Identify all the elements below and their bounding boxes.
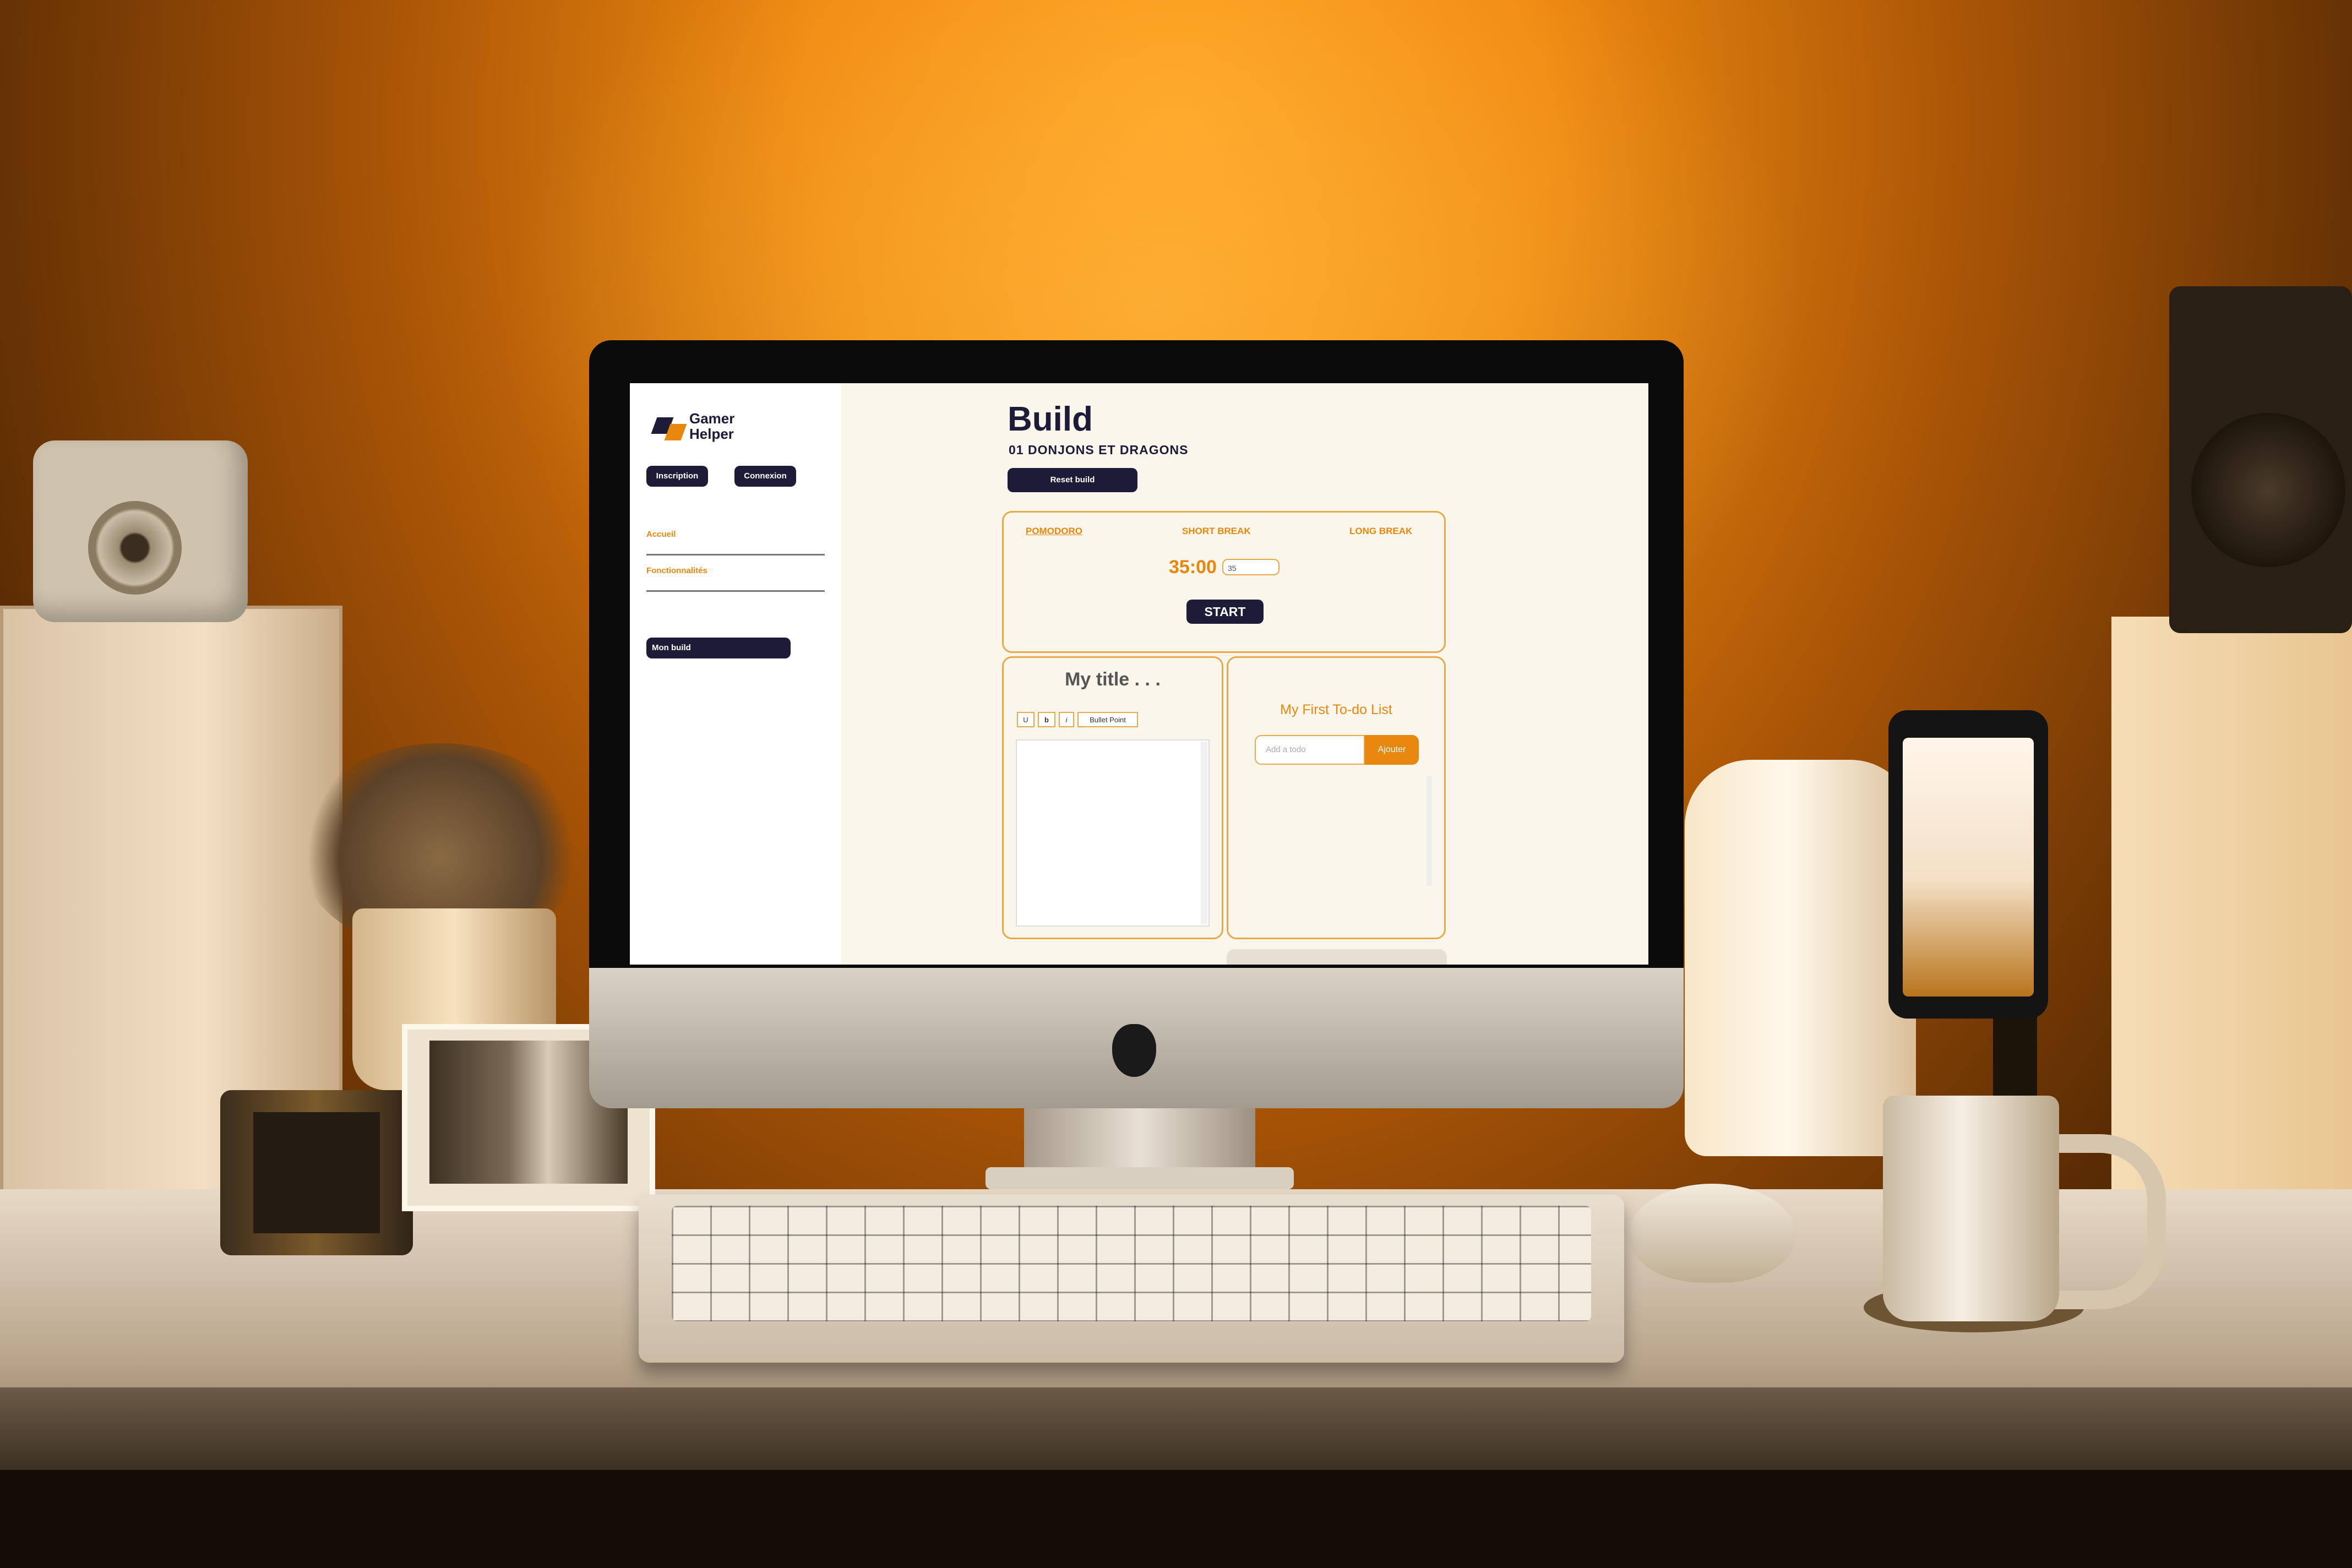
nav-divider xyxy=(646,590,825,592)
camera-lens xyxy=(88,501,182,595)
monitor-stand-foot xyxy=(986,1167,1294,1189)
mug xyxy=(1883,1096,2059,1321)
login-button[interactable]: Connexion xyxy=(734,466,796,487)
sidebar: Gamer Helper Inscription Connexion Accue… xyxy=(630,383,841,965)
todo-scrollbar[interactable] xyxy=(1427,776,1432,886)
reset-build-button[interactable]: Reset build xyxy=(1008,468,1137,492)
keyboard-keys xyxy=(672,1206,1591,1321)
phone xyxy=(1888,710,2048,1019)
tab-long-break[interactable]: LONG BREAK xyxy=(1349,526,1412,537)
gamer-helper-logo-icon[interactable] xyxy=(651,412,687,443)
notes-panel: My title . . . U b i Bullet Point xyxy=(1002,656,1223,939)
note-title[interactable]: My title . . . xyxy=(1004,669,1222,690)
signup-button[interactable]: Inscription xyxy=(646,466,708,487)
todo-panel: My First To-do List Add a todo Ajouter xyxy=(1227,656,1446,939)
italic-button[interactable]: i xyxy=(1059,712,1074,727)
instant-camera xyxy=(33,440,248,622)
screen: Gamer Helper Inscription Connexion Accue… xyxy=(630,383,1648,965)
phone-screen xyxy=(1903,738,2034,997)
todo-input[interactable]: Add a todo xyxy=(1255,735,1365,765)
logo-text-line-1: Gamer xyxy=(689,410,735,427)
add-todo-button[interactable]: Ajouter xyxy=(1365,735,1419,765)
underline-button[interactable]: U xyxy=(1017,712,1035,727)
floor xyxy=(0,1470,2352,1568)
page-title: Build xyxy=(1008,400,1093,438)
note-textarea[interactable] xyxy=(1016,739,1210,927)
my-build-button[interactable]: Mon build xyxy=(646,638,791,658)
candle-label xyxy=(253,1112,380,1233)
logo-text-line-2: Helper xyxy=(689,426,734,442)
tab-short-break[interactable]: SHORT BREAK xyxy=(1182,526,1251,537)
bold-button[interactable]: b xyxy=(1038,712,1055,727)
apple-icon xyxy=(1112,1024,1156,1077)
minutes-input[interactable]: 35 xyxy=(1222,559,1280,575)
keyboard xyxy=(639,1195,1624,1363)
nav-item-fonctionnalites[interactable]: Fonctionnalités xyxy=(646,566,707,575)
timer-display: 35:00 xyxy=(1169,557,1217,578)
desk-edge xyxy=(0,1387,2352,1470)
speaker-grill xyxy=(2191,413,2345,567)
start-button[interactable]: START xyxy=(1186,600,1264,624)
thumbs-up-statue xyxy=(1685,760,1916,1156)
todo-title: My First To-do List xyxy=(1280,702,1392,717)
logo-text[interactable]: Gamer Helper xyxy=(689,411,766,442)
pomodoro-panel: POMODORO SHORT BREAK LONG BREAK 35:00 35… xyxy=(1002,511,1446,653)
nav-item-accueil[interactable]: Accueil xyxy=(646,530,676,539)
candle xyxy=(220,1090,413,1255)
note-scrollbar[interactable] xyxy=(1201,742,1207,924)
bullet-point-button[interactable]: Bullet Point xyxy=(1077,712,1138,727)
bottom-search-bar[interactable] xyxy=(1227,949,1447,965)
page-subtitle: 01 DONJONS ET DRAGONS xyxy=(1009,443,1189,457)
nav-divider xyxy=(646,554,825,556)
right-shelf xyxy=(2111,617,2352,1211)
speaker xyxy=(2169,286,2352,633)
tab-pomodoro[interactable]: POMODORO xyxy=(1026,526,1082,537)
monitor-chin xyxy=(589,968,1684,1108)
mouse xyxy=(1630,1184,1795,1283)
